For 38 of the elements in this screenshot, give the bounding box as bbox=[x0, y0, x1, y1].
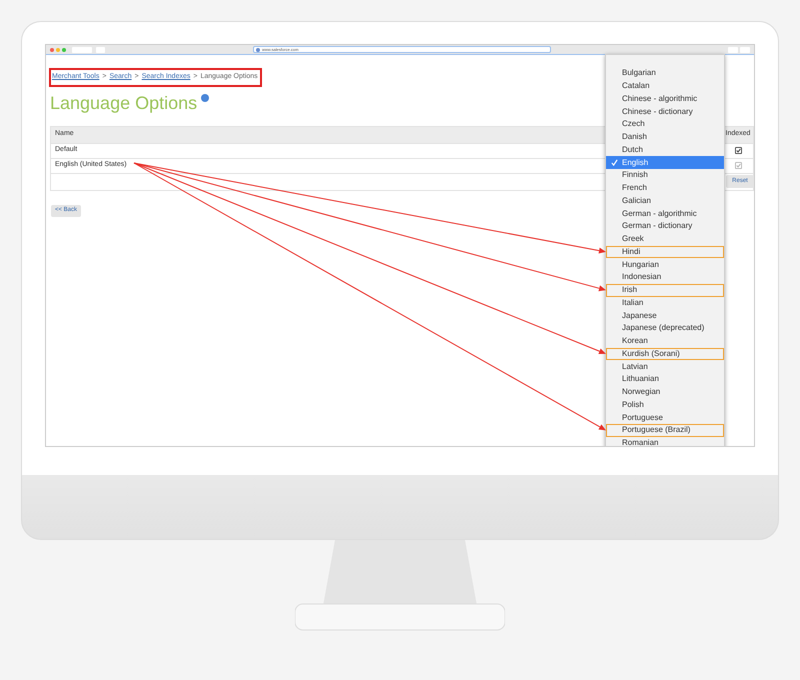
dropdown-option[interactable]: Portuguese (Brazil) bbox=[606, 424, 724, 437]
dropdown-option[interactable]: Danish bbox=[606, 130, 724, 144]
sidebar-button[interactable] bbox=[96, 46, 105, 52]
dropdown-option[interactable]: Latvian bbox=[606, 360, 724, 373]
dropdown-option[interactable]: Indonesian bbox=[606, 271, 724, 284]
dropdown-option[interactable]: Greek bbox=[606, 232, 724, 246]
checkbox[interactable] bbox=[734, 147, 742, 154]
dropdown-option[interactable]: Japanese bbox=[606, 309, 724, 322]
page-title: Language Options bbox=[50, 94, 198, 112]
dropdown-option[interactable]: German - algorithmic bbox=[606, 207, 724, 220]
dropdown-option[interactable]: Italian bbox=[606, 296, 724, 310]
dropdown-option[interactable]: Romanian bbox=[606, 436, 724, 446]
dropdown-option[interactable]: English bbox=[606, 156, 724, 169]
help-icon[interactable] bbox=[201, 94, 210, 102]
share-button[interactable] bbox=[728, 46, 738, 52]
checkmark-icon bbox=[611, 159, 618, 166]
dropdown-option[interactable]: Czech bbox=[606, 118, 724, 131]
dropdown-option[interactable]: Galician bbox=[606, 194, 724, 208]
dropdown-option[interactable]: Finnish bbox=[606, 169, 724, 182]
dropdown-option[interactable]: Polish bbox=[606, 398, 724, 412]
dropdown-option[interactable]: Kurdish (Sorani) bbox=[606, 348, 724, 360]
dropdown-option[interactable]: Hindi bbox=[606, 246, 724, 258]
tabs-button[interactable] bbox=[740, 46, 750, 52]
dropdown-option[interactable]: German - dictionary bbox=[606, 220, 724, 233]
dropdown-option[interactable]: Dutch bbox=[606, 144, 724, 156]
dropdown-option[interactable]: Chinese - algorithmic bbox=[606, 92, 724, 106]
dropdown-option[interactable]: French bbox=[606, 182, 724, 194]
dropdown-option[interactable]: Portuguese bbox=[606, 411, 724, 424]
back-nav-button[interactable] bbox=[72, 46, 92, 52]
dropdown-option[interactable]: Hungarian bbox=[606, 258, 724, 271]
dropdown-option[interactable]: Chinese - dictionary bbox=[606, 105, 724, 118]
dropdown-option[interactable]: Norwegian bbox=[606, 386, 724, 398]
dropdown-option[interactable]: Bulgarian bbox=[606, 67, 724, 80]
dropdown-option[interactable]: Catalan bbox=[606, 80, 724, 92]
dropdown-option[interactable]: Lithuanian bbox=[606, 373, 724, 386]
dropdown-option[interactable]: Japanese (deprecated) bbox=[606, 322, 724, 335]
dropdown-option[interactable]: Irish bbox=[606, 284, 724, 296]
dropdown-option[interactable]: Korean bbox=[606, 334, 724, 348]
